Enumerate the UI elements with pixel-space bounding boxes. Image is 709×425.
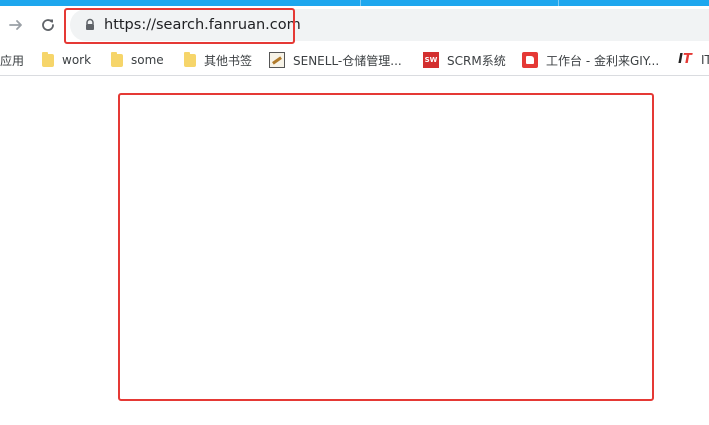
- bookmark-label: 工作台 - 金利来GIY...: [546, 53, 660, 68]
- folder-icon: [111, 51, 123, 67]
- bookmark-label: 应用: [0, 53, 25, 68]
- bookmark-folder-some[interactable]: some: [111, 51, 164, 69]
- it-icon-accent: T: [682, 52, 692, 67]
- bookmark-label: work: [62, 53, 92, 67]
- bookmark-folder-other[interactable]: 其他书签: [184, 51, 252, 69]
- content-highlight-box: [118, 93, 654, 401]
- bookmark-it[interactable]: IT IT: [677, 51, 709, 69]
- forward-button[interactable]: [4, 13, 28, 37]
- bookmarks-bar: 应用 work some 其他书签 SENELL-仓储管理... SW SCRM…: [0, 44, 709, 76]
- thumb-icon: [522, 52, 538, 68]
- bookmark-label: some: [131, 53, 164, 67]
- reload-button[interactable]: [36, 13, 60, 37]
- bookmark-label: 其他书签: [204, 53, 253, 68]
- reload-icon: [42, 19, 54, 31]
- it-icon: IT: [678, 52, 692, 67]
- bookmark-label: SCRM系统: [447, 53, 506, 68]
- url-highlight-box: [64, 8, 295, 44]
- senell-icon: [269, 52, 285, 68]
- bookmark-senell[interactable]: SENELL-仓储管理...: [269, 51, 402, 69]
- folder-icon: [184, 51, 196, 67]
- browser-window: https://search.fanruan.com 应用 work some …: [0, 0, 709, 425]
- bookmark-folder-work[interactable]: work: [42, 51, 91, 69]
- folder-icon: [42, 51, 54, 67]
- bookmark-label: IT: [701, 53, 709, 67]
- bookmark-label: SENELL-仓储管理...: [293, 53, 402, 68]
- scrm-icon: SW: [423, 52, 439, 68]
- bookmark-apps[interactable]: 应用: [0, 51, 24, 69]
- bookmark-workbench[interactable]: 工作台 - 金利来GIY...: [522, 51, 659, 69]
- forward-arrow-icon: [9, 20, 22, 30]
- bookmark-scrm[interactable]: SW SCRM系统: [423, 51, 506, 69]
